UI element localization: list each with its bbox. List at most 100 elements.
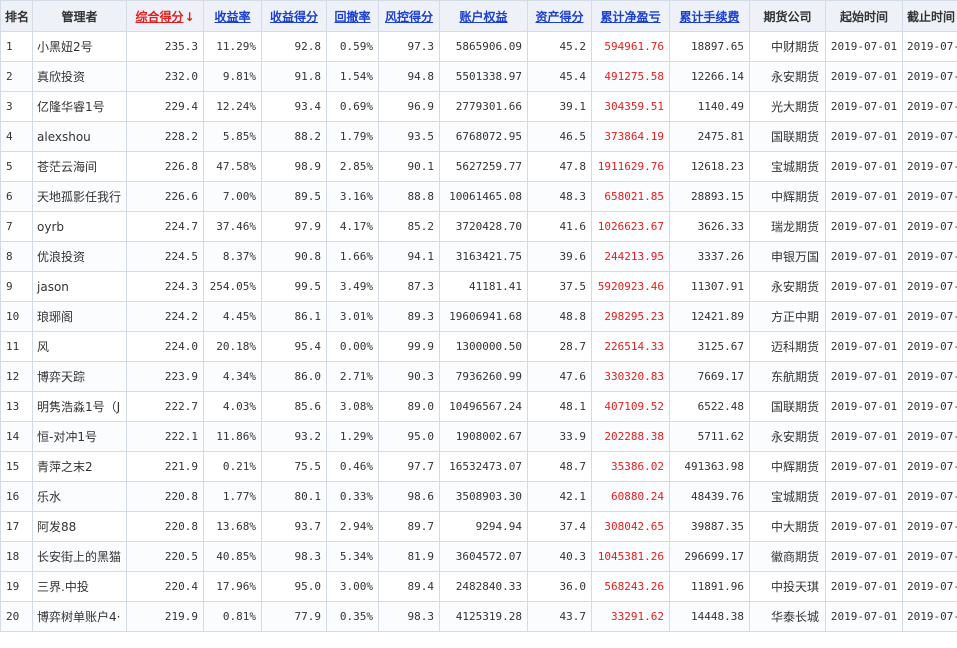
manager-name-link[interactable]: 恒-对冲1号 [32,421,127,452]
return-rate-cell: 4.34% [203,361,262,392]
table-row: 5 苍茫云海间 226.8 47.58% 98.9 2.85% 90.1 5627259.77… [0,151,957,182]
start-date-cell: 2019-07-01 [825,601,903,632]
start-date-cell: 2019-07-01 [825,481,903,512]
composite-score-cell: 232.0 [126,61,204,92]
rank-cell: 5 [0,151,33,182]
manager-name-link[interactable]: 天地孤影任我行 [32,181,127,212]
net-pnl-cell: 1026623.67 [591,211,670,242]
manager-name-link[interactable]: 长安街上的黑猫 [32,541,127,572]
net-pnl-cell: 568243.26 [591,571,670,602]
return-score-cell: 99.5 [261,271,327,302]
table-body: 1 小黑妞2号 235.3 11.29% 92.8 0.59% 97.3 5865906.09… [0,31,957,632]
header-equity[interactable]: 账户权益 [439,0,528,32]
ranking-table: 排名 管理者 综合得分↓ 收益率 收益得分 回撤率 风控得分 账户权益 资产得分… [0,0,957,632]
equity-cell: 16532473.07 [439,451,528,482]
manager-name-link[interactable]: 博弈树单账户4· [32,601,127,632]
end-date-cell: 2019-07-17 [902,511,957,542]
return-rate-cell: 47.58% [203,151,262,182]
equity-cell: 6768072.95 [439,121,528,152]
composite-score-cell: 222.1 [126,421,204,452]
risk-score-cell: 94.8 [378,61,440,92]
table-row: 6 天地孤影任我行 226.6 7.00% 89.5 3.16% 88.8 10061465.… [0,181,957,212]
fees-cell: 3337.26 [669,241,750,272]
manager-name-link[interactable]: 亿隆华睿1号 [32,91,127,122]
manager-name-link[interactable]: 风 [32,331,127,362]
return-score-cell: 95.4 [261,331,327,362]
drawdown-cell: 3.01% [326,301,379,332]
header-net-pnl[interactable]: 累计净盈亏 [591,0,670,32]
equity-cell: 3508903.30 [439,481,528,512]
net-pnl-cell: 298295.23 [591,301,670,332]
end-date-cell: 2019-07-17 [902,391,957,422]
header-fees[interactable]: 累计手续费 [669,0,750,32]
fees-cell: 12266.14 [669,61,750,92]
composite-score-cell: 220.8 [126,511,204,542]
manager-name-link[interactable]: 明隽浩淼1号（J [32,391,127,422]
fees-cell: 12618.23 [669,151,750,182]
drawdown-cell: 1.29% [326,421,379,452]
return-score-cell: 97.9 [261,211,327,242]
asset-score-cell: 48.7 [527,451,592,482]
risk-score-cell: 89.4 [378,571,440,602]
asset-score-cell: 47.8 [527,151,592,182]
equity-cell: 3604572.07 [439,541,528,572]
manager-name-link[interactable]: 三界.中投 [32,571,127,602]
manager-name-link[interactable]: 真欣投资 [32,61,127,92]
equity-cell: 5627259.77 [439,151,528,182]
manager-name-link[interactable]: 小黑妞2号 [32,31,127,62]
manager-name-link[interactable]: 青萍之末2 [32,451,127,482]
header-return-score[interactable]: 收益得分 [261,0,327,32]
risk-score-cell: 97.7 [378,451,440,482]
manager-name-link[interactable]: 乐水 [32,481,127,512]
composite-score-cell: 226.6 [126,181,204,212]
header-return-rate[interactable]: 收益率 [203,0,262,32]
manager-name-link[interactable]: 琅琊阁 [32,301,127,332]
return-score-cell: 86.0 [261,361,327,392]
manager-name-link[interactable]: jason [32,271,127,302]
risk-score-cell: 89.3 [378,301,440,332]
composite-score-cell: 220.4 [126,571,204,602]
drawdown-cell: 0.69% [326,91,379,122]
manager-name-link[interactable]: 苍茫云海间 [32,151,127,182]
header-composite-label: 综合得分 [135,9,184,24]
rank-cell: 9 [0,271,33,302]
table-row: 15 青萍之末2 221.9 0.21% 75.5 0.46% 97.7 16532473.0… [0,451,957,482]
header-risk-score[interactable]: 风控得分 [378,0,440,32]
header-composite-score[interactable]: 综合得分↓ [126,0,204,32]
company-cell: 中投天琪 [749,571,826,602]
manager-name-link[interactable]: oyrb [32,211,127,242]
return-rate-cell: 4.45% [203,301,262,332]
fees-cell: 2475.81 [669,121,750,152]
return-rate-cell: 11.29% [203,31,262,62]
rank-cell: 10 [0,301,33,332]
composite-score-cell: 219.9 [126,601,204,632]
header-company: 期货公司 [749,0,826,32]
manager-name-link[interactable]: alexshou [32,121,127,152]
equity-cell: 1300000.50 [439,331,528,362]
risk-score-cell: 99.9 [378,331,440,362]
manager-name-link[interactable]: 阿发88 [32,511,127,542]
asset-score-cell: 48.1 [527,391,592,422]
net-pnl-cell: 226514.33 [591,331,670,362]
manager-name-link[interactable]: 博弈天踪 [32,361,127,392]
asset-score-cell: 37.5 [527,271,592,302]
header-asset-score[interactable]: 资产得分 [527,0,592,32]
risk-score-cell: 87.3 [378,271,440,302]
rank-cell: 15 [0,451,33,482]
manager-name-link[interactable]: 优浪投资 [32,241,127,272]
header-row: 排名 管理者 综合得分↓ 收益率 收益得分 回撤率 风控得分 账户权益 资产得分… [0,0,957,32]
return-score-cell: 89.5 [261,181,327,212]
risk-score-cell: 98.3 [378,601,440,632]
end-date-cell: 2019-07-17 [902,301,957,332]
table-row: 8 优浪投资 224.5 8.37% 90.8 1.66% 94.1 3163421.75 39… [0,241,957,272]
asset-score-cell: 46.5 [527,121,592,152]
fees-cell: 3125.67 [669,331,750,362]
risk-score-cell: 96.9 [378,91,440,122]
header-drawdown[interactable]: 回撤率 [326,0,379,32]
end-date-cell: 2019-07-17 [902,331,957,362]
rank-cell: 17 [0,511,33,542]
composite-score-cell: 224.2 [126,301,204,332]
net-pnl-cell: 308042.65 [591,511,670,542]
net-pnl-cell: 594961.76 [591,31,670,62]
drawdown-cell: 3.16% [326,181,379,212]
